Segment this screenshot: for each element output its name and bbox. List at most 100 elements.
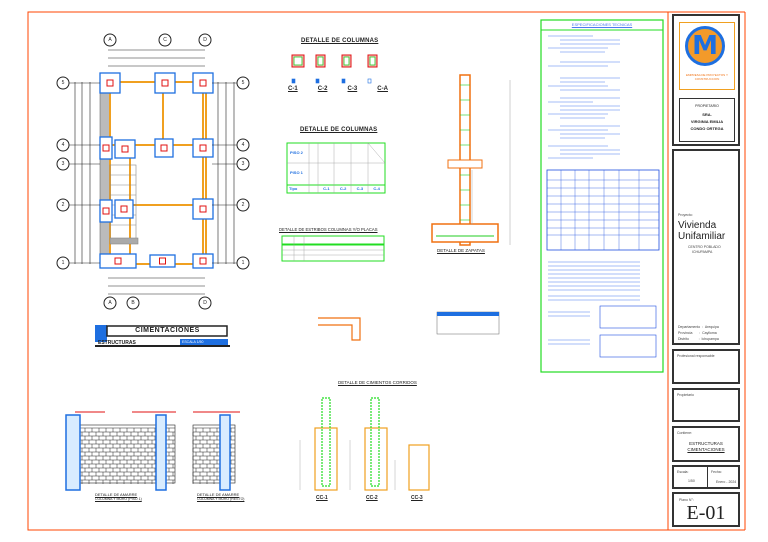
- project-box: Proyecto: Vivienda Unifamiliar CENTRO PO…: [672, 149, 740, 345]
- contains-label: Contiene:: [677, 431, 692, 435]
- tie-column: [65, 414, 81, 491]
- sheet-label-subtitle: ESTRUCTURAS: [98, 340, 136, 346]
- footing: [99, 136, 113, 160]
- footing: [114, 139, 136, 159]
- scale-date-divider: [707, 467, 708, 487]
- scale-date-box: Escala: 1/50 Fecha: Enero - 2024: [672, 465, 740, 489]
- column-table-type: C-3: [356, 186, 364, 191]
- column-type-ca: C-A: [377, 86, 388, 92]
- column-table-type: C-1: [323, 186, 330, 191]
- axis-label: 2: [241, 202, 245, 208]
- hatched-strip: [99, 81, 111, 265]
- footing: [99, 199, 113, 223]
- owner-signature-box: Propietario: [672, 388, 740, 422]
- section-cc2: CC-2: [366, 495, 378, 501]
- axis-label: D: [203, 37, 207, 43]
- department: Departamento : Arequipa: [678, 325, 719, 329]
- footing: [192, 198, 214, 220]
- column-type-c3: C-3: [347, 86, 358, 92]
- footing: [149, 254, 176, 268]
- professional-label: Profesional responsable: [677, 354, 715, 358]
- scale-value: 1/50: [688, 479, 695, 483]
- professional-box: Profesional responsable: [672, 349, 740, 384]
- axis-label: B: [131, 300, 135, 306]
- owner-box: PROPIETARIO SRA. VIRGINIA EMILIA CONDO O…: [679, 98, 735, 142]
- owner-line3: CONDO ORTEGA: [690, 126, 724, 131]
- tie-column: [155, 414, 167, 491]
- owner-line2: VIRGINIA EMILIA: [690, 119, 724, 124]
- contains-line2: CIMENTACIONES: [687, 447, 725, 452]
- company-logo: M EMPRESA DE PROYECTOS Y CONSTRUCCION: [679, 22, 735, 90]
- column-stirrup: [317, 56, 324, 66]
- project-line1: Vivienda: [678, 220, 717, 231]
- footing-title: DETALLE DE ZAPATAS: [437, 248, 485, 253]
- project-label: Proyecto:: [678, 213, 693, 217]
- sheet-label-scale: ESCALA 1/50: [182, 340, 204, 344]
- column-table-row-floor1: PISO 1: [290, 170, 303, 175]
- column-table-type: C-2: [339, 186, 347, 191]
- footing: [192, 138, 214, 158]
- axis-label: D: [203, 300, 207, 306]
- owner-line1: SRA.: [702, 112, 712, 117]
- owner2-label: Propietario: [677, 393, 694, 397]
- column-table-title: DETALLE DE COLUMNAS: [300, 127, 378, 133]
- footing: [192, 253, 214, 269]
- column-tag-icon: [341, 78, 346, 84]
- footing: [99, 72, 121, 94]
- contains-line1: ESTRUCTURAS: [689, 441, 723, 446]
- running-foundations-graphic: [299, 397, 430, 491]
- grid-axes: [56, 33, 250, 310]
- axis-label: 3: [61, 161, 65, 167]
- axis-label: 4: [61, 142, 65, 148]
- column-table-type-label: Tipo: [289, 186, 298, 191]
- district: Distrito : Ichupampa: [678, 337, 719, 341]
- foundation-beams: [109, 81, 207, 265]
- column-table-types: C-1 C-2 C-3 C-4: [318, 186, 385, 191]
- wall-detail1-subtitle: COLUMNA Y MURO (PISO 1): [95, 497, 142, 501]
- column-sections: [291, 54, 378, 84]
- column-stirrup: [369, 56, 376, 66]
- title-block-header: M EMPRESA DE PROYECTOS Y CONSTRUCCION PR…: [672, 14, 740, 146]
- axis-label: 3: [241, 161, 245, 167]
- beam-detail-graphic: [318, 311, 500, 341]
- location-line1: CENTRO POBLADO: [688, 245, 721, 249]
- column-tag-icon: [367, 78, 372, 84]
- sheet-number: E-01: [686, 502, 726, 524]
- column-table-type: C-4: [373, 186, 380, 191]
- axis-label: 5: [241, 80, 245, 86]
- axis-label: 1: [61, 260, 65, 266]
- axis-label: 5: [61, 80, 65, 86]
- axis-label: 1: [241, 260, 245, 266]
- column-type-labels: C-1 C-2 C-3 C-A: [288, 86, 388, 92]
- tie-column: [219, 414, 231, 491]
- column-tag-icon: [315, 78, 320, 84]
- footing: [154, 138, 174, 158]
- footing: [99, 253, 137, 269]
- logo-emblem-icon: M: [685, 26, 725, 66]
- footing: [192, 72, 214, 94]
- date-label: Fecha:: [711, 470, 722, 474]
- footing: [114, 199, 134, 219]
- owner-label: PROPIETARIO: [695, 104, 719, 108]
- foundation-plan: [56, 33, 250, 310]
- project-line2: Unifamiliar: [678, 231, 726, 242]
- section-cc1: CC-1: [316, 495, 328, 501]
- sheet-number-box: Plano N°: E-01: [672, 492, 740, 527]
- specs-title: ESPECIFICACIONES TECNICAS: [571, 22, 633, 27]
- section-cc3: CC-3: [411, 495, 423, 501]
- column-type-c2: C-2: [317, 86, 328, 92]
- scale-label: Escala:: [677, 470, 689, 474]
- column-stirrup: [293, 56, 303, 66]
- axis-label: C: [163, 37, 167, 43]
- column-stirrup: [343, 56, 350, 66]
- logo-text: EMPRESA DE PROYECTOS Y CONSTRUCCION: [686, 73, 728, 81]
- column-table-row-floor2: PISO 2: [290, 150, 303, 155]
- axis-label: 2: [61, 202, 65, 208]
- sheet-label-title: CIMENTACIONES: [135, 327, 200, 334]
- footing: [154, 72, 176, 94]
- wall-tie-details: [65, 411, 240, 491]
- wall-detail2-subtitle: COLUMNA Y MURO (RESTO): [197, 497, 245, 501]
- footing-detail-graphic: [431, 74, 511, 246]
- axis-label: 4: [241, 142, 245, 148]
- drawing-sheet: CIMENTACIONES ESTRUCTURAS ESCALA 1/50 DE…: [0, 0, 768, 542]
